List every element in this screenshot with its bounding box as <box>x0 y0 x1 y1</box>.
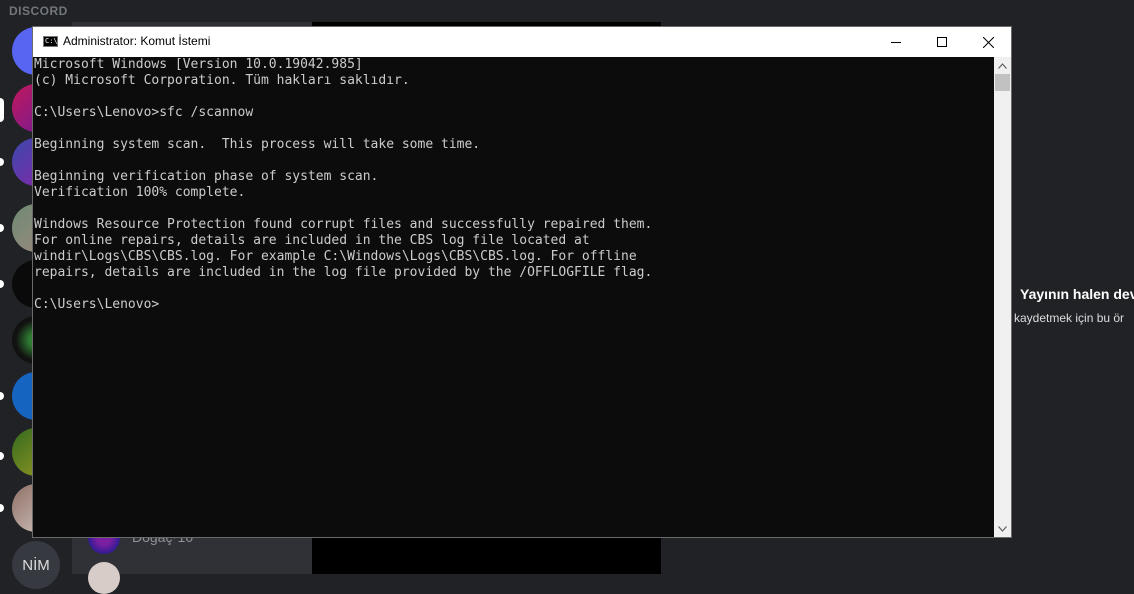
scroll-down-button[interactable] <box>994 520 1011 537</box>
cmd-titlebar[interactable]: C:\ Administrator: Komut İstemi <box>33 27 1011 57</box>
close-icon <box>982 36 994 48</box>
console-line: windir\Logs\CBS\CBS.log. For example C:\… <box>34 249 637 264</box>
console-line: Verification 100% complete. <box>34 185 246 200</box>
minimize-icon <box>891 42 901 43</box>
console-line: Windows Resource Protection found corrup… <box>34 217 653 232</box>
console-output[interactable]: Microsoft Windows [Version 10.0.19042.98… <box>33 57 994 537</box>
chevron-up-icon <box>998 62 1007 69</box>
minimize-button[interactable] <box>873 27 919 57</box>
maximize-icon <box>937 37 947 47</box>
chevron-down-icon <box>998 525 1007 532</box>
stream-subtitle: kaydetmek için bu ör <box>1014 311 1125 325</box>
cmd-window-title: Administrator: Komut İstemi <box>63 34 211 48</box>
avatar[interactable] <box>88 562 120 594</box>
stream-title: Yayının halen dev <box>1020 286 1134 302</box>
console-line: repairs, details are included in the log… <box>34 265 653 280</box>
console-line: Microsoft Windows [Version 10.0.19042.98… <box>34 57 363 72</box>
console-line: (c) Microsoft Corporation. Tüm hakları s… <box>34 73 410 88</box>
close-button[interactable] <box>965 27 1011 57</box>
cmd-app-icon: C:\ <box>43 36 58 47</box>
guild-pill <box>0 98 4 122</box>
vertical-scrollbar[interactable] <box>994 57 1011 537</box>
cmd-window[interactable]: C:\ Administrator: Komut İstemi Microsof… <box>33 27 1011 537</box>
maximize-button[interactable] <box>919 27 965 57</box>
scroll-up-button[interactable] <box>994 57 1011 74</box>
console-prompt[interactable]: C:\Users\Lenovo> <box>33 297 994 313</box>
discord-titlebar: DISCORD <box>0 0 1134 22</box>
discord-logo: DISCORD <box>9 4 68 18</box>
console-line: C:\Users\Lenovo>sfc /scannow <box>34 105 254 120</box>
console-line: Beginning system scan. This process will… <box>34 137 481 152</box>
console-line: For online repairs, details are included… <box>34 233 590 248</box>
scroll-thumb[interactable] <box>995 74 1010 91</box>
console-line: Beginning verification phase of system s… <box>34 169 379 184</box>
guild-text-icon[interactable]: NİM <box>12 541 60 589</box>
